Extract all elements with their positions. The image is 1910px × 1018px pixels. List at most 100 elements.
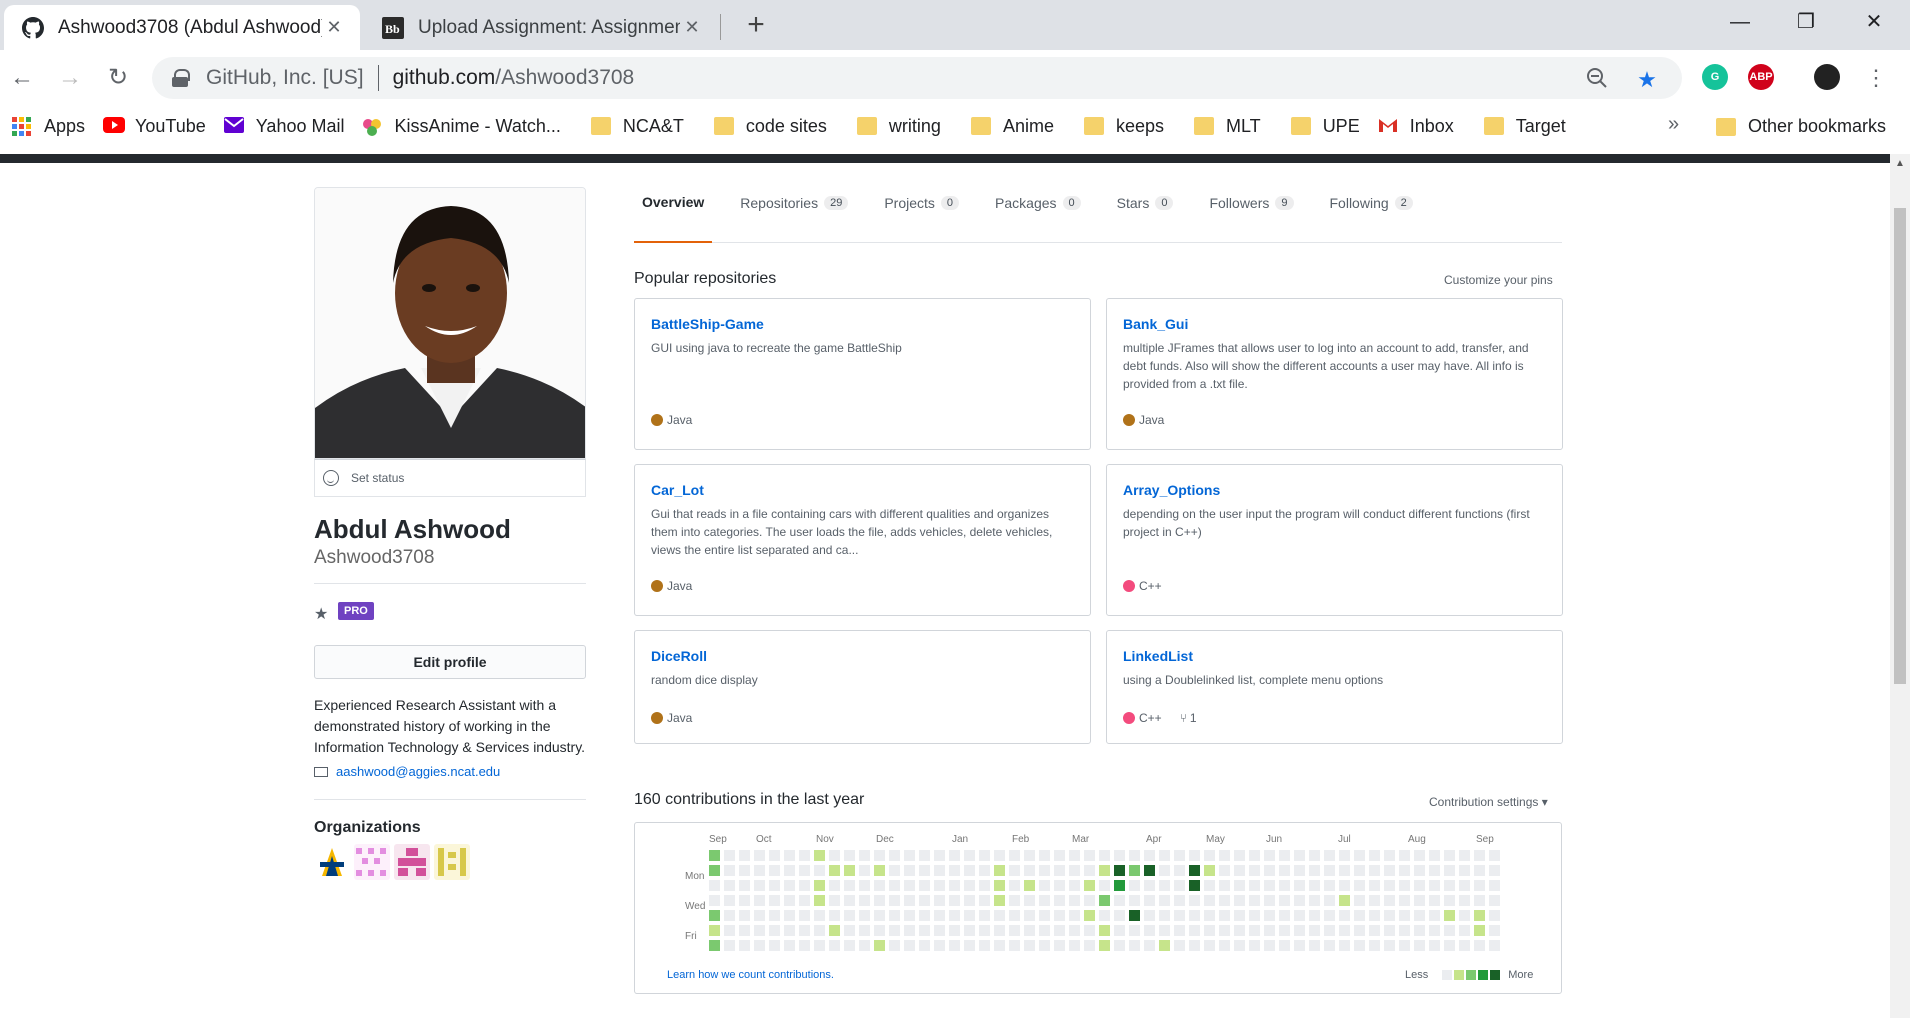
contribution-day[interactable] <box>1294 865 1305 876</box>
contribution-day[interactable] <box>1159 895 1170 906</box>
contribution-day[interactable] <box>1369 925 1380 936</box>
contribution-day[interactable] <box>1279 865 1290 876</box>
contribution-day[interactable] <box>1339 910 1350 921</box>
contribution-day[interactable] <box>1099 925 1110 936</box>
contribution-day[interactable] <box>904 880 915 891</box>
contribution-day[interactable] <box>709 925 720 936</box>
contribution-day[interactable] <box>1174 895 1185 906</box>
contribution-day[interactable] <box>1489 880 1500 891</box>
contribution-day[interactable] <box>1429 910 1440 921</box>
contribution-day[interactable] <box>1369 850 1380 861</box>
contribution-day[interactable] <box>724 880 735 891</box>
contribution-day[interactable] <box>1099 850 1110 861</box>
contribution-day[interactable] <box>1459 895 1470 906</box>
contribution-day[interactable] <box>769 895 780 906</box>
contribution-day[interactable] <box>994 940 1005 951</box>
contribution-day[interactable] <box>1264 895 1275 906</box>
contribution-day[interactable] <box>769 880 780 891</box>
contribution-day[interactable] <box>1489 850 1500 861</box>
contribution-day[interactable] <box>784 910 795 921</box>
contribution-day[interactable] <box>1084 880 1095 891</box>
contribution-day[interactable] <box>1024 865 1035 876</box>
contribution-day[interactable] <box>1384 940 1395 951</box>
contribution-day[interactable] <box>784 850 795 861</box>
contribution-day[interactable] <box>1054 940 1065 951</box>
learn-contributions-link[interactable]: Learn how we count contributions. <box>667 969 834 981</box>
contribution-day[interactable] <box>844 850 855 861</box>
bookmark-item[interactable]: Yahoo Mail <box>223 116 344 137</box>
contribution-day[interactable] <box>1024 925 1035 936</box>
contribution-day[interactable] <box>1009 940 1020 951</box>
contribution-day[interactable] <box>769 940 780 951</box>
contribution-day[interactable] <box>1399 895 1410 906</box>
contribution-day[interactable] <box>1249 880 1260 891</box>
contribution-day[interactable] <box>1399 865 1410 876</box>
contribution-day[interactable] <box>1219 865 1230 876</box>
contribution-day[interactable] <box>1009 850 1020 861</box>
contribution-day[interactable] <box>1399 880 1410 891</box>
contribution-day[interactable] <box>1174 880 1185 891</box>
contribution-day[interactable] <box>1099 910 1110 921</box>
contribution-day[interactable] <box>769 850 780 861</box>
contribution-day[interactable] <box>814 850 825 861</box>
contribution-day[interactable] <box>949 895 960 906</box>
tab-repositories[interactable]: Repositories 29 <box>732 163 856 243</box>
contribution-day[interactable] <box>949 910 960 921</box>
contribution-day[interactable] <box>1489 925 1500 936</box>
contribution-day[interactable] <box>1054 865 1065 876</box>
contribution-day[interactable] <box>739 880 750 891</box>
contribution-day[interactable] <box>1369 880 1380 891</box>
contribution-day[interactable] <box>1174 850 1185 861</box>
reload-icon[interactable]: ↻ <box>102 62 134 94</box>
contribution-day[interactable] <box>1354 880 1365 891</box>
contribution-day[interactable] <box>844 925 855 936</box>
contribution-day[interactable] <box>1159 910 1170 921</box>
contribution-day[interactable] <box>1264 865 1275 876</box>
contribution-day[interactable] <box>1294 925 1305 936</box>
contribution-day[interactable] <box>1054 910 1065 921</box>
contribution-day[interactable] <box>994 925 1005 936</box>
contribution-day[interactable] <box>739 910 750 921</box>
contribution-day[interactable] <box>754 850 765 861</box>
contribution-day[interactable] <box>1429 925 1440 936</box>
contribution-day[interactable] <box>1339 895 1350 906</box>
contribution-day[interactable] <box>1069 925 1080 936</box>
contribution-day[interactable] <box>1054 925 1065 936</box>
contribution-day[interactable] <box>799 910 810 921</box>
bookmark-item[interactable]: UPE <box>1290 116 1360 137</box>
contribution-day[interactable] <box>1219 850 1230 861</box>
contribution-day[interactable] <box>934 850 945 861</box>
contribution-day[interactable] <box>1444 850 1455 861</box>
contribution-day[interactable] <box>1114 910 1125 921</box>
contribution-day[interactable] <box>859 880 870 891</box>
contribution-day[interactable] <box>1234 925 1245 936</box>
contribution-day[interactable] <box>1459 910 1470 921</box>
contribution-day[interactable] <box>1189 895 1200 906</box>
page-scrollbar[interactable]: ▲ <box>1890 154 1910 1018</box>
contribution-day[interactable] <box>1054 880 1065 891</box>
contribution-day[interactable] <box>754 865 765 876</box>
contribution-day[interactable] <box>1309 910 1320 921</box>
contribution-day[interactable] <box>1204 865 1215 876</box>
contribution-day[interactable] <box>1144 895 1155 906</box>
contribution-day[interactable] <box>919 940 930 951</box>
customize-pins-link[interactable]: Customize your pins <box>1444 273 1553 287</box>
contribution-day[interactable] <box>1189 910 1200 921</box>
other-bookmarks[interactable]: Other bookmarks <box>1716 116 1886 137</box>
org-pink-pixel-avatar[interactable] <box>354 844 390 880</box>
contribution-day[interactable] <box>1324 850 1335 861</box>
contribution-settings-dropdown[interactable]: Contribution settings ▾ <box>1429 795 1548 809</box>
contribution-day[interactable] <box>1294 850 1305 861</box>
contribution-day[interactable] <box>889 895 900 906</box>
contribution-day[interactable] <box>1114 925 1125 936</box>
contribution-day[interactable] <box>1024 910 1035 921</box>
minimize-icon[interactable]: — <box>1706 0 1774 44</box>
contribution-day[interactable] <box>1159 865 1170 876</box>
contribution-day[interactable] <box>1354 850 1365 861</box>
contribution-day[interactable] <box>1189 850 1200 861</box>
contribution-day[interactable] <box>1384 895 1395 906</box>
contribution-day[interactable] <box>1204 910 1215 921</box>
contribution-day[interactable] <box>1309 895 1320 906</box>
contribution-day[interactable] <box>1474 880 1485 891</box>
contribution-day[interactable] <box>904 850 915 861</box>
